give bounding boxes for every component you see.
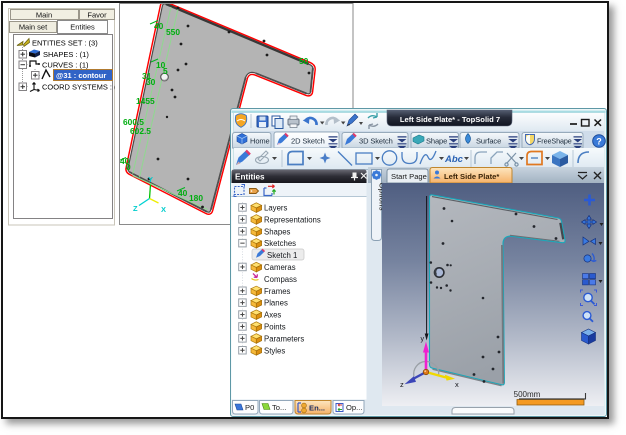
svg-text:2D Sketch: 2D Sketch <box>291 137 325 146</box>
svg-text:?: ? <box>596 137 601 147</box>
svg-text:Axes: Axes <box>264 311 281 320</box>
svg-text:Sketches: Sketches <box>264 239 296 248</box>
svg-text:Start Page: Start Page <box>391 172 427 181</box>
svg-text:500mm: 500mm <box>514 390 541 399</box>
svg-text:3D Sketch: 3D Sketch <box>359 137 393 146</box>
svg-text:Representations: Representations <box>264 215 321 224</box>
svg-text:180: 180 <box>189 193 203 203</box>
svg-text:Frames: Frames <box>264 287 291 296</box>
svg-text:5: 5 <box>163 66 168 76</box>
svg-text:Surface: Surface <box>476 137 501 146</box>
svg-text:1455: 1455 <box>136 96 155 106</box>
svg-text:y: y <box>421 336 425 343</box>
svg-text:Styles: Styles <box>264 346 285 355</box>
svg-text:En...: En... <box>309 404 325 413</box>
svg-text:To...: To... <box>272 403 286 412</box>
svg-text:40: 40 <box>154 21 164 31</box>
svg-text:Z: Z <box>133 204 138 213</box>
svg-text:Main set: Main set <box>19 23 48 32</box>
svg-text:Home: Home <box>250 137 270 146</box>
svg-text:Parameters: Parameters <box>264 334 304 343</box>
svg-text:Abc: Abc <box>444 154 464 165</box>
svg-text:Sketch 1: Sketch 1 <box>267 251 297 260</box>
svg-text:SHAPES : (1): SHAPES : (1) <box>43 50 89 59</box>
svg-text:@31 : contour: @31 : contour <box>56 71 106 80</box>
svg-text:Op...: Op... <box>346 403 362 412</box>
svg-text:Cameras: Cameras <box>264 263 296 272</box>
svg-text:P0: P0 <box>245 403 254 412</box>
svg-text:602.5: 602.5 <box>130 126 151 136</box>
svg-text:Shape: Shape <box>426 137 447 146</box>
svg-text:COORD SYSTEMS : (: COORD SYSTEMS : ( <box>42 83 115 92</box>
svg-text:FreeShape: FreeShape <box>537 137 572 146</box>
svg-text:x: x <box>455 380 459 389</box>
svg-text:Layers: Layers <box>264 204 288 213</box>
svg-text:Favor: Favor <box>87 11 107 20</box>
svg-text:550: 550 <box>166 27 180 37</box>
svg-text:X: X <box>161 205 166 214</box>
svg-text:z: z <box>400 380 404 389</box>
svg-text:Points: Points <box>264 323 286 332</box>
svg-text:Entities: Entities <box>235 173 265 182</box>
svg-text:30: 30 <box>146 77 156 87</box>
svg-text:Entities: Entities <box>70 23 95 32</box>
svg-text:Y: Y <box>148 175 153 184</box>
svg-text:0: 0 <box>126 162 131 172</box>
svg-text:ENTITIES SET : (3): ENTITIES SET : (3) <box>32 39 98 48</box>
svg-text:Left Side Plate* - TopSolid 7: Left Side Plate* - TopSolid 7 <box>400 115 500 124</box>
svg-text:Compass: Compass <box>264 275 297 284</box>
svg-text:50: 50 <box>299 56 309 66</box>
svg-text:40: 40 <box>178 188 188 198</box>
svg-text:CURVES : (1): CURVES : (1) <box>42 61 89 70</box>
svg-text:Planes: Planes <box>264 299 288 308</box>
svg-text:Shapes: Shapes <box>264 227 291 236</box>
svg-text:Main: Main <box>36 11 52 20</box>
svg-text:Left Side Plate*: Left Side Plate* <box>444 172 499 181</box>
